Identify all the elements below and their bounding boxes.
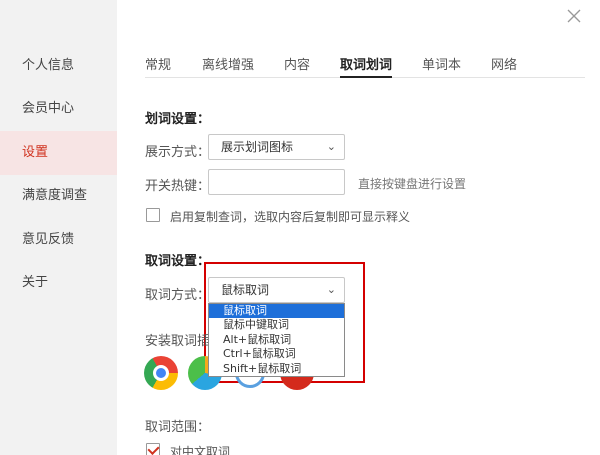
tab-general[interactable]: 常规	[145, 54, 171, 73]
lookup-mode-dropdown: 鼠标取词 鼠标中键取词 Alt+鼠标取词 Ctrl+鼠标取词 Shift+鼠标取…	[208, 303, 345, 377]
sidebar-item-survey[interactable]: 满意度调查	[0, 174, 117, 218]
dropdown-option[interactable]: Alt+鼠标取词	[209, 333, 344, 347]
dropdown-option[interactable]: 鼠标中键取词	[209, 318, 344, 332]
display-mode-select[interactable]: 展示划词图标 ⌄	[208, 134, 345, 160]
close-icon[interactable]	[566, 8, 582, 24]
hotkey-label: 开关热键：	[145, 179, 211, 194]
hotkey-input[interactable]	[208, 169, 345, 195]
settings-tabs: 常规 离线增强 内容 取词划词 单词本 网络	[145, 44, 585, 78]
lookup-settings-title: 取词设置：	[145, 254, 211, 269]
tab-wordbook[interactable]: 单词本	[422, 54, 461, 73]
copy-lookup-checkbox[interactable]	[146, 208, 160, 222]
dropdown-option[interactable]: Ctrl+鼠标取词	[209, 347, 344, 361]
tab-content[interactable]: 内容	[284, 54, 310, 73]
lookup-mode-label: 取词方式：	[145, 288, 211, 303]
lookup-range-label: 取词范围：	[145, 420, 211, 435]
sidebar-item-membership[interactable]: 会员中心	[0, 87, 117, 131]
tab-offline-enhance[interactable]: 离线增强	[202, 54, 254, 73]
sidebar-item-settings[interactable]: 设置	[0, 131, 117, 175]
sidebar-item-about[interactable]: 关于	[0, 261, 117, 305]
sidebar-item-feedback[interactable]: 意见反馈	[0, 218, 117, 262]
dropdown-option[interactable]: Shift+鼠标取词	[209, 362, 344, 376]
active-tab-indicator	[340, 76, 392, 78]
hotkey-hint: 直接按键盘进行设置	[358, 177, 467, 191]
sidebar: 个人信息 会员中心 设置 满意度调查 意见反馈 关于	[0, 0, 117, 455]
sidebar-item-profile[interactable]: 个人信息	[0, 44, 117, 88]
display-mode-label: 展示方式：	[145, 145, 211, 160]
chrome-icon[interactable]	[144, 356, 178, 390]
chinese-lookup-checkbox[interactable]	[146, 443, 160, 455]
chinese-lookup-label: 对中文取词	[170, 445, 231, 455]
tab-network[interactable]: 网络	[491, 54, 517, 73]
display-mode-value: 展示划词图标	[221, 140, 294, 154]
tab-word-lookup[interactable]: 取词划词	[340, 54, 392, 73]
highlight-settings-title: 划词设置：	[145, 112, 211, 127]
chevron-down-icon: ⌄	[326, 140, 336, 153]
copy-lookup-label: 启用复制查词，选取内容后复制即可显示释义	[170, 210, 411, 224]
dropdown-option[interactable]: 鼠标取词	[209, 304, 344, 319]
install-plugin-label: 安装取词插	[145, 334, 211, 349]
